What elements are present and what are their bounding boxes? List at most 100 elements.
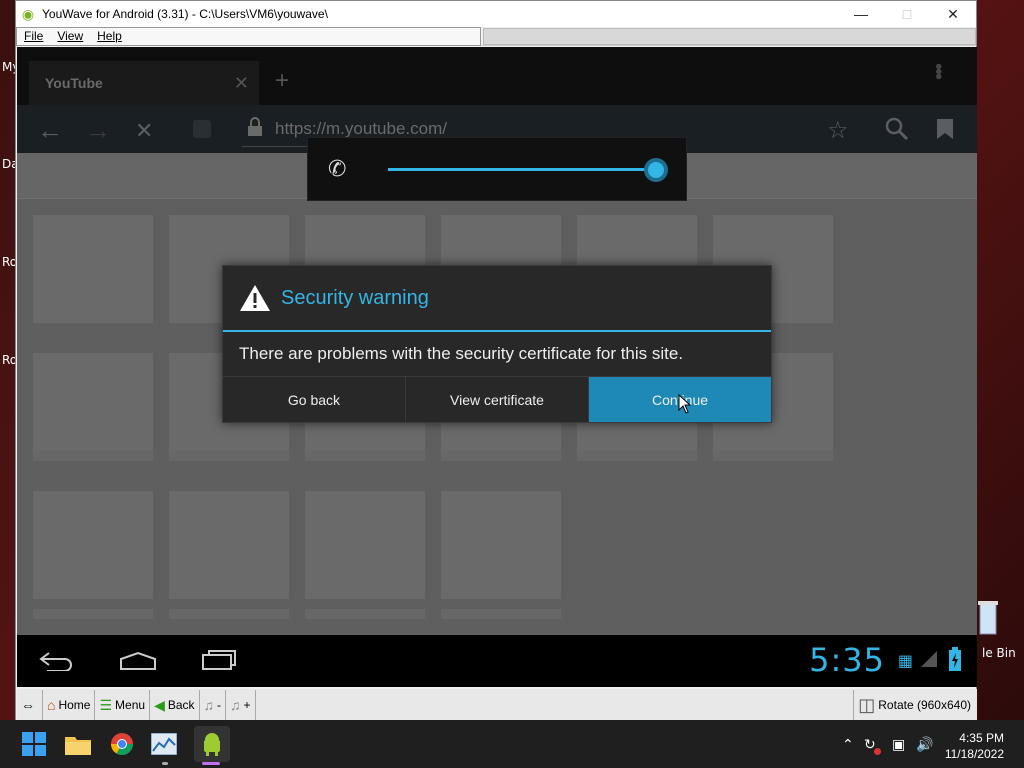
menu-file[interactable]: File: [17, 29, 50, 43]
thumbnail-placeholder: [305, 491, 425, 599]
resize-toggle[interactable]: ⇔: [17, 690, 43, 720]
search-icon[interactable]: [885, 117, 909, 141]
volume-up-label: +: [243, 698, 251, 712]
windows-icon: [22, 732, 46, 756]
start-button[interactable]: [20, 730, 48, 758]
windows-taskbar: ⌃ ↻ ▣ 🔊 4:35 PM 11/18/2022: [0, 720, 1024, 768]
menu-bar: File View Help: [16, 26, 976, 46]
text-placeholder: [305, 451, 425, 461]
volume-icon: ♫: [230, 697, 241, 713]
browser-tab-strip: YouTube ✕ + •••: [17, 47, 977, 105]
phone-call-icon: ✆: [328, 156, 347, 181]
volume-slider-track[interactable]: [388, 168, 656, 171]
recycle-bin-label[interactable]: le Bin: [982, 646, 1016, 660]
text-placeholder: [441, 609, 561, 619]
volume-icon: ♫: [203, 697, 215, 713]
youwave-taskbar-icon[interactable]: [194, 726, 230, 762]
volume-up-button[interactable]: ♫ +: [226, 690, 256, 720]
close-button[interactable]: ✕: [930, 1, 976, 27]
rotate-label: Rotate (960x640): [878, 698, 971, 712]
maximize-button[interactable]: □: [884, 1, 930, 27]
bookmarks-icon[interactable]: [935, 117, 955, 141]
back-arrow-icon[interactable]: ←: [37, 115, 63, 146]
active-indicator: [202, 762, 220, 765]
go-back-button[interactable]: Go back: [223, 377, 406, 422]
network-icon[interactable]: ▣: [892, 736, 905, 753]
menu-help[interactable]: Help: [90, 29, 129, 43]
rotate-device-icon: ◫: [858, 694, 876, 715]
menu-label: Menu: [115, 698, 146, 712]
text-placeholder: [169, 609, 289, 619]
mouse-cursor-icon: [678, 394, 692, 414]
taskbar-date: 11/18/2022: [944, 747, 1004, 761]
minimize-button[interactable]: —: [838, 1, 884, 27]
nav-recents-icon[interactable]: [201, 649, 237, 671]
volume-slider-thumb[interactable]: [644, 158, 668, 182]
rotate-button[interactable]: ◫ Rotate (960x640): [853, 690, 977, 720]
stop-icon[interactable]: ✕: [135, 118, 153, 144]
home-icon: ⌂: [47, 697, 56, 713]
text-placeholder: [713, 451, 833, 461]
menu-button[interactable]: ☰ Menu: [95, 690, 151, 720]
text-placeholder: [169, 451, 289, 461]
thumbnail-placeholder: [33, 491, 153, 599]
window-title: YouWave for Android (3.31) - C:\Users\VM…: [42, 7, 328, 21]
taskbar-clock[interactable]: 4:35 PM 11/18/2022: [945, 730, 1004, 762]
resize-arrows-icon: ⇔: [21, 697, 35, 713]
alert-dot: [874, 748, 881, 755]
android-nav-bar: 5:35 ▦: [17, 635, 977, 687]
text-placeholder: [33, 451, 153, 461]
thumbnail-placeholder: [441, 491, 561, 599]
nav-back-icon[interactable]: [39, 651, 75, 671]
taskbar-time: 4:35 PM: [959, 731, 1004, 745]
nav-home-icon[interactable]: [119, 651, 157, 671]
menu-bar-filler: [483, 27, 976, 45]
youwave-toolbar: ⇔ ⌂ Home ☰ Menu ◀ Back ♫ - ♫ + ◫ Rotate (960x6…: [17, 689, 977, 721]
warning-icon: [240, 285, 270, 311]
view-certificate-button[interactable]: View certificate: [406, 377, 589, 422]
volume-down-label: -: [217, 698, 222, 712]
youwave-window: ◉ YouWave for Android (3.31) - C:\Users\…: [15, 0, 977, 722]
recycle-bin-icon[interactable]: [978, 598, 998, 636]
running-indicator: [162, 762, 168, 765]
home-button[interactable]: ⌂ Home: [43, 690, 96, 720]
android-clock: 5:35: [809, 641, 885, 679]
dialog-message: There are problems with the security cer…: [239, 344, 684, 363]
text-placeholder: [305, 609, 425, 619]
speaker-icon[interactable]: 🔊: [916, 736, 933, 753]
back-button[interactable]: ◀ Back: [150, 690, 200, 720]
task-manager-icon[interactable]: [150, 730, 178, 758]
menu-view[interactable]: View: [50, 29, 90, 43]
back-icon: ◀: [154, 696, 165, 713]
text-placeholder: [441, 451, 561, 461]
tab-close-icon[interactable]: ✕: [234, 73, 249, 94]
thumbnail-placeholder: [169, 491, 289, 599]
android-screen[interactable]: YouTube ✕ + ••• ← → ✕ https://m.youtube.…: [17, 47, 977, 687]
volume-overlay: ✆: [307, 137, 687, 201]
star-icon[interactable]: ☆: [827, 116, 849, 145]
dialog-header: Security warning: [223, 266, 771, 332]
thumbnail-placeholder: [33, 353, 153, 461]
thumbnail-placeholder: [33, 215, 153, 323]
title-bar[interactable]: ◉ YouWave for Android (3.31) - C:\Users\…: [16, 1, 976, 27]
browser-tab[interactable]: YouTube ✕: [29, 61, 259, 105]
chrome-icon[interactable]: [108, 730, 136, 758]
forward-arrow-icon[interactable]: →: [85, 115, 111, 146]
new-tab-icon[interactable]: +: [275, 67, 289, 95]
url-field[interactable]: https://m.youtube.com/: [275, 119, 447, 139]
file-explorer-icon[interactable]: [64, 730, 92, 758]
dialog-title: Security warning: [281, 286, 429, 309]
menu-icon: ☰: [99, 696, 113, 713]
text-placeholder: [33, 609, 153, 619]
android-icon: ◉: [21, 6, 35, 22]
signal-icon: [921, 651, 937, 667]
overflow-menu-icon[interactable]: •••: [926, 63, 949, 78]
back-label: Back: [167, 698, 195, 712]
home-label: Home: [58, 698, 91, 712]
battery-icon: [949, 647, 961, 671]
chevron-up-icon[interactable]: ⌃: [842, 736, 854, 753]
volume-down-button[interactable]: ♫ -: [200, 690, 227, 720]
lock-icon: [248, 117, 262, 136]
sync-icon: ▦: [897, 653, 913, 670]
favicon-icon: [193, 120, 211, 138]
